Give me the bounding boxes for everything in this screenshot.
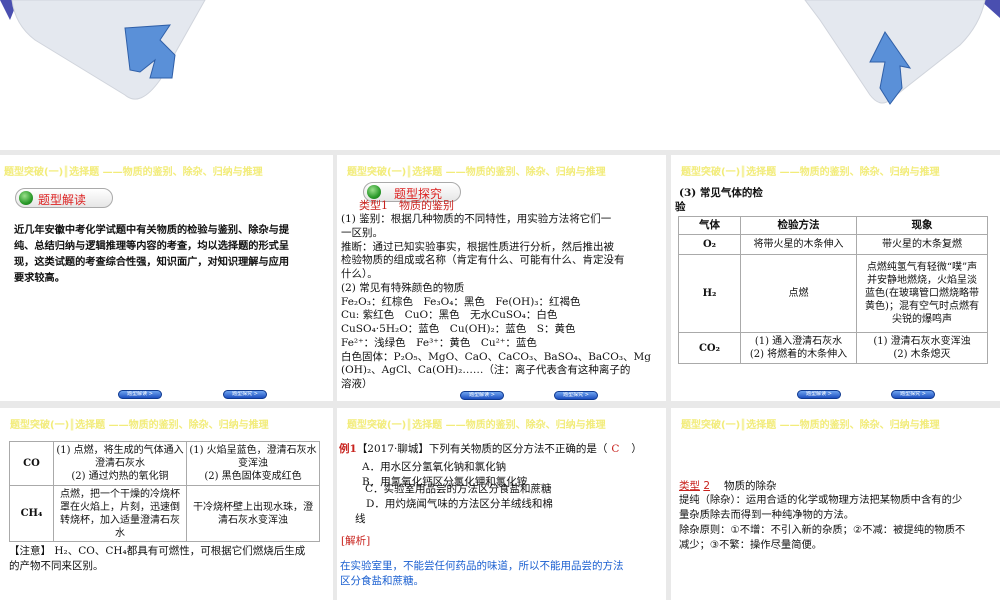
pill-label: 题型解读 [38, 193, 87, 207]
option-b: B．用氢氧化钙区分氯化钾和氯化铵 [362, 476, 528, 488]
identification-text: (1) 鉴别：根据几种物质的不同特性，用实验方法将它们一 一区别。 推断：通过已知… [341, 213, 652, 390]
note-text: 【注意】 H₂、CO、CH₄都具有可燃性，可根据它们燃烧后生成的产物不同来区别。 [9, 545, 306, 572]
slide-thumbnail-1[interactable]: 题型突破(一)║选择题 ——物质的鉴别、除杂、归纳与推理 题型解读 近几年安徽中… [0, 155, 333, 401]
slide-thumbnail-6[interactable]: 题型突破(一)║选择题 ——物质的鉴别、除杂、归纳与推理 类型 2 物质的除杂 提… [671, 408, 1000, 600]
slide-header: 题型突破(一)║选择题 ——物质的鉴别、除杂、归纳与推理 [347, 420, 606, 431]
gas-test-table-continued: CO (1) 点燃，将生成的气体通入澄清石灰水 (2) 通过灼热的氧化铜 (1) 火… [9, 441, 320, 542]
green-dot-icon [19, 191, 33, 205]
slide-thumbnail-5[interactable]: 题型突破(一)║选择题 ——物质的鉴别、除杂、归纳与推理 例1【2017·聊城】… [337, 408, 666, 600]
option-a: A．用水区分氢氧化钠和氯化钠 [362, 461, 507, 473]
gas-test-intro: (3) 常见气体的检验 [675, 187, 763, 213]
nav-button-2[interactable]: 题型探究 > [223, 390, 267, 399]
example-question: 例1【2017·聊城】下列有关物质的区分方法不正确的是（ C） [339, 443, 642, 455]
slide-header: 题型突破(一)║选择题 ——物质的鉴别、除杂、归纳与推理 [347, 167, 606, 178]
nav-button-2[interactable]: 题型探究 > [554, 391, 598, 400]
nav-button-1[interactable]: 题型解读 > [118, 390, 162, 399]
top-banner [0, 0, 1000, 150]
option-d: D．用灼烧闻气味的方法区分羊绒线和棉 [366, 498, 553, 510]
option-c: C．实验室用品尝的方法区分食盐和蔗糖 [365, 483, 552, 495]
slide-thumbnail-3[interactable]: 题型突破(一)║选择题 ——物质的鉴别、除杂、归纳与推理 (3) 常见气体的检验… [671, 155, 1000, 401]
analysis-text: 在实验室里，不能尝任何药品的味道，所以不能用品尝的方法 区分食盐和蔗糖。 [340, 560, 624, 587]
nav-button-1[interactable]: 题型解读 > [460, 391, 504, 400]
slide-thumbnail-2[interactable]: 题型突破(一)║选择题 ——物质的鉴别、除杂、归纳与推理 题型探究 类型1 物质… [337, 155, 666, 401]
left-arrow-graphic-icon [0, 0, 206, 100]
slide-header: 题型突破(一)║选择题 ——物质的鉴别、除杂、归纳与推理 [681, 167, 940, 178]
type-title: 类型 2 物质的除杂 [679, 480, 777, 492]
slide-header: 题型突破(一)║选择题 ——物质的鉴别、除杂、归纳与推理 [4, 167, 263, 178]
slide-thumbnail-4[interactable]: 题型突破(一)║选择题 ——物质的鉴别、除杂、归纳与推理 CO (1) 点燃，将生… [0, 408, 333, 600]
purification-text: 提纯（除杂）：运用合适的化学或物理方法把某物质中含有的少 量杂质除去而得到一种纯净… [679, 494, 966, 551]
nav-button-2[interactable]: 题型探究 > [891, 390, 935, 399]
type-title: 类型1 物质的鉴别 [359, 199, 454, 212]
analysis-label: [解析] [341, 535, 371, 547]
intro-text: 近几年安徽中考化学试题中有关物质的检验与鉴别、除杂与提 纯、总结归纳与逻辑推理等内… [14, 224, 290, 284]
nav-button-1[interactable]: 题型解读 > [797, 390, 841, 399]
right-arrow-graphic-icon [804, 0, 1000, 105]
last-line: 溶液） [341, 378, 373, 390]
example-label: 例1 [339, 443, 357, 455]
answer: C [611, 443, 620, 455]
slide-header: 题型突破(一)║选择题 ——物质的鉴别、除杂、归纳与推理 [10, 420, 269, 431]
example-options: A．用水区分氢氧化钠和氯化钠 B．用氢氧化钙区分氯化钾和氯化铵 C．实验室用品尝… [355, 461, 553, 525]
gas-test-table: 气体 检验方法 现象 O₂ 将带火星的木条伸入 带火星的木条复燃 H₂ 点燃 点燃纯氢气有轻… [678, 216, 988, 364]
slide-header: 题型突破(一)║选择题 ——物质的鉴别、除杂、归纳与推理 [681, 420, 940, 431]
green-dot-icon [367, 185, 381, 199]
section-pill: 题型解读 [15, 188, 113, 208]
